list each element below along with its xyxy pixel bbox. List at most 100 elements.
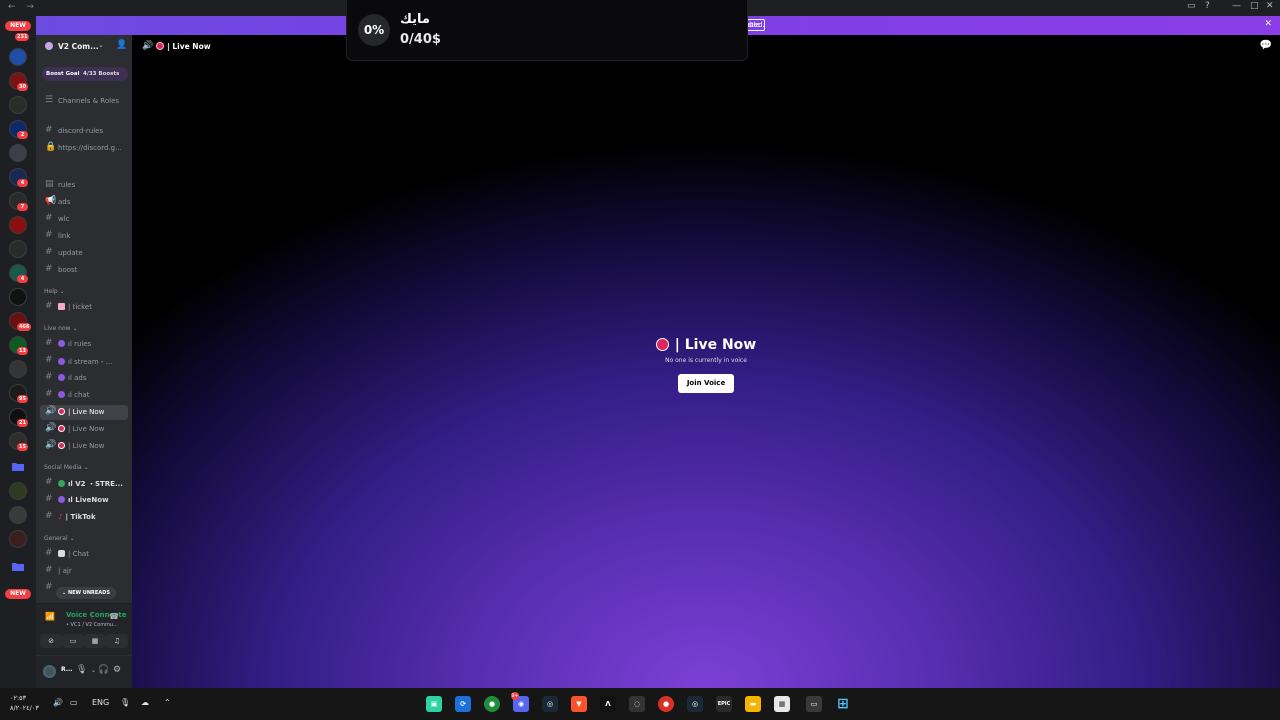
server-icon[interactable] bbox=[9, 144, 27, 162]
new-unreads-button[interactable]: ⌄ NEW UNREADS bbox=[56, 587, 116, 599]
windows-start-icon[interactable]: ⊞ bbox=[835, 696, 851, 712]
server-icon[interactable] bbox=[9, 288, 27, 306]
goal-name: مايك bbox=[400, 12, 430, 27]
settings-gear-icon[interactable]: ⚙ bbox=[113, 665, 121, 675]
channel-live-rules[interactable]: # ıl rules bbox=[40, 337, 128, 352]
epic-games-icon[interactable]: EPIC bbox=[716, 696, 732, 712]
screen-share-button[interactable]: ▭ bbox=[62, 634, 84, 648]
purple-orb-icon bbox=[58, 340, 65, 347]
channel-name: ıl ads bbox=[68, 374, 87, 382]
server-header[interactable]: V2 Com... ⌄ 👤 bbox=[36, 35, 132, 59]
server-icon[interactable] bbox=[9, 506, 27, 524]
channel-label: | Live Now bbox=[58, 408, 104, 416]
server-icon[interactable] bbox=[9, 48, 27, 66]
task-view-icon[interactable]: ▭ bbox=[806, 696, 822, 712]
store-icon[interactable]: ▦ bbox=[774, 696, 790, 712]
channel-rules[interactable]: ▤ rules bbox=[40, 178, 128, 193]
channel-wlc[interactable]: # wlc bbox=[40, 212, 128, 227]
server-icon[interactable] bbox=[9, 360, 27, 378]
mention-badge: 95 bbox=[17, 395, 28, 403]
maximize-button[interactable]: □ bbox=[1250, 1, 1259, 11]
username[interactable]: R... bbox=[61, 666, 73, 673]
voice-channel-live-now-selected[interactable]: 🔊 | Live Now bbox=[40, 405, 128, 420]
voice-channel-path[interactable]: • VC1 / V2 Commu... bbox=[66, 622, 118, 628]
minimize-button[interactable]: — bbox=[1232, 1, 1241, 11]
channels-roles-item[interactable]: ☰ Channels & Roles bbox=[40, 94, 128, 109]
live-dot-icon bbox=[655, 338, 669, 351]
network-icon[interactable]: ▭ bbox=[70, 698, 78, 707]
category-help[interactable]: Help ⌄ bbox=[44, 288, 65, 295]
help-icon[interactable]: ? bbox=[1205, 1, 1210, 11]
server-icon[interactable] bbox=[9, 530, 27, 548]
app-icon[interactable]: ⟳ bbox=[455, 696, 471, 712]
channel-boost[interactable]: # boost bbox=[40, 263, 128, 278]
channel-tiktok[interactable]: # ♪ | TikTok bbox=[40, 510, 128, 525]
channel-discord-rules[interactable]: # discord-rules bbox=[40, 124, 128, 139]
speaker-icon: 🔊 bbox=[45, 440, 57, 450]
cloud-icon[interactable]: ☁ bbox=[141, 698, 149, 707]
clock[interactable]: ٠٢:٥٣ ٨/٢٠٢٤/٠٣ bbox=[10, 693, 39, 713]
close-banner-icon[interactable]: ✕ bbox=[1264, 19, 1272, 29]
voice-channel-live-now[interactable]: 🔊 | Live Now bbox=[40, 439, 128, 454]
channel-chat[interactable]: # | Chat bbox=[40, 547, 128, 562]
channel-ticket[interactable]: # | ticket bbox=[40, 300, 128, 315]
rules-icon: ▤ bbox=[45, 179, 54, 189]
server-icon[interactable] bbox=[9, 216, 27, 234]
file-explorer-icon[interactable]: ▬ bbox=[745, 696, 761, 712]
folder-icon[interactable] bbox=[12, 462, 24, 471]
join-voice-button[interactable]: Join Voice bbox=[677, 374, 735, 393]
chrome-icon[interactable]: ● bbox=[658, 696, 674, 712]
channel-ads[interactable]: 📢 ads bbox=[40, 195, 128, 210]
purple-orb-icon bbox=[58, 358, 65, 365]
channel-live-ads[interactable]: # ıl ads bbox=[40, 371, 128, 386]
channel-invite-link[interactable]: 🔒 https://discord.g... bbox=[40, 141, 128, 156]
server-icon[interactable] bbox=[9, 240, 27, 258]
boost-goal-bar[interactable]: Boost Goal 4/33 Boosts bbox=[42, 67, 128, 81]
add-member-icon[interactable]: 👤 bbox=[116, 40, 127, 50]
user-avatar[interactable] bbox=[43, 665, 56, 678]
chrome-icon[interactable]: ● bbox=[484, 696, 500, 712]
voice-channel-live-now[interactable]: 🔊 | Live Now bbox=[40, 422, 128, 437]
chevron-down-icon[interactable]: ⌄ bbox=[91, 667, 96, 674]
channel-live-chat[interactable]: # ıl chat bbox=[40, 388, 128, 403]
chat-icon[interactable]: 💬 bbox=[1260, 40, 1272, 51]
signal-icon[interactable]: 📶 bbox=[45, 612, 55, 621]
volume-icon[interactable]: 🔊 bbox=[53, 698, 63, 707]
channel-update[interactable]: # update bbox=[40, 246, 128, 261]
microphone-icon[interactable]: 🎙 bbox=[76, 665, 87, 675]
noise-suppression-icon[interactable]: ⫶ bbox=[91, 612, 93, 622]
close-window-button[interactable]: ✕ bbox=[1266, 1, 1274, 11]
camera-off-button[interactable]: ⊘ bbox=[40, 634, 62, 648]
steam-icon[interactable]: ◎ bbox=[542, 696, 558, 712]
app-icon[interactable]: ◌ bbox=[629, 696, 645, 712]
channel-ajr[interactable]: # | ajr bbox=[40, 564, 128, 579]
server-icon[interactable] bbox=[9, 482, 27, 500]
microphone-tray-icon[interactable]: 🎙 bbox=[120, 698, 130, 707]
soundboard-button[interactable]: ♫ bbox=[106, 634, 128, 648]
server-icon[interactable] bbox=[9, 96, 27, 114]
hash-icon: # bbox=[45, 301, 53, 311]
folder-icon[interactable] bbox=[12, 562, 24, 571]
headphones-icon[interactable]: 🎧 bbox=[98, 665, 109, 675]
voice-connection-panel: 📶 Voice Connecte • VC1 / V2 Commu... ⫶ ☎… bbox=[36, 603, 132, 655]
hash-icon: # bbox=[45, 372, 53, 382]
category-general[interactable]: General ⌄ bbox=[44, 535, 75, 542]
channel-link[interactable]: # link bbox=[40, 229, 128, 244]
chevron-up-icon[interactable]: ⌃ bbox=[164, 698, 171, 707]
steam-icon[interactable]: ◎ bbox=[687, 696, 703, 712]
category-social-media[interactable]: Social Media ⌄ bbox=[44, 464, 89, 471]
new-unreads-label: NEW UNREADS bbox=[67, 590, 110, 596]
brave-icon[interactable]: ▼ bbox=[571, 696, 587, 712]
app-icon[interactable]: ▣ bbox=[426, 696, 442, 712]
category-live-now[interactable]: Live now ⌄ bbox=[44, 325, 77, 332]
channel-live-stream[interactable]: # ıl stream・... bbox=[40, 354, 128, 369]
channel-v2-stream[interactable]: # ıl V2 ・STRE... bbox=[40, 476, 128, 491]
announcement-icon: 📢 bbox=[45, 196, 57, 206]
channel-livenow[interactable]: # ıl LiveNow bbox=[40, 493, 128, 508]
disconnect-icon[interactable]: ☎ bbox=[109, 612, 119, 621]
inbox-icon[interactable]: ▭ bbox=[1187, 1, 1196, 11]
language-indicator[interactable]: ENG bbox=[92, 698, 109, 707]
app-icon[interactable]: Λ bbox=[600, 696, 616, 712]
activities-button[interactable]: ▦ bbox=[84, 634, 106, 648]
mention-badge: 15 bbox=[17, 443, 28, 451]
